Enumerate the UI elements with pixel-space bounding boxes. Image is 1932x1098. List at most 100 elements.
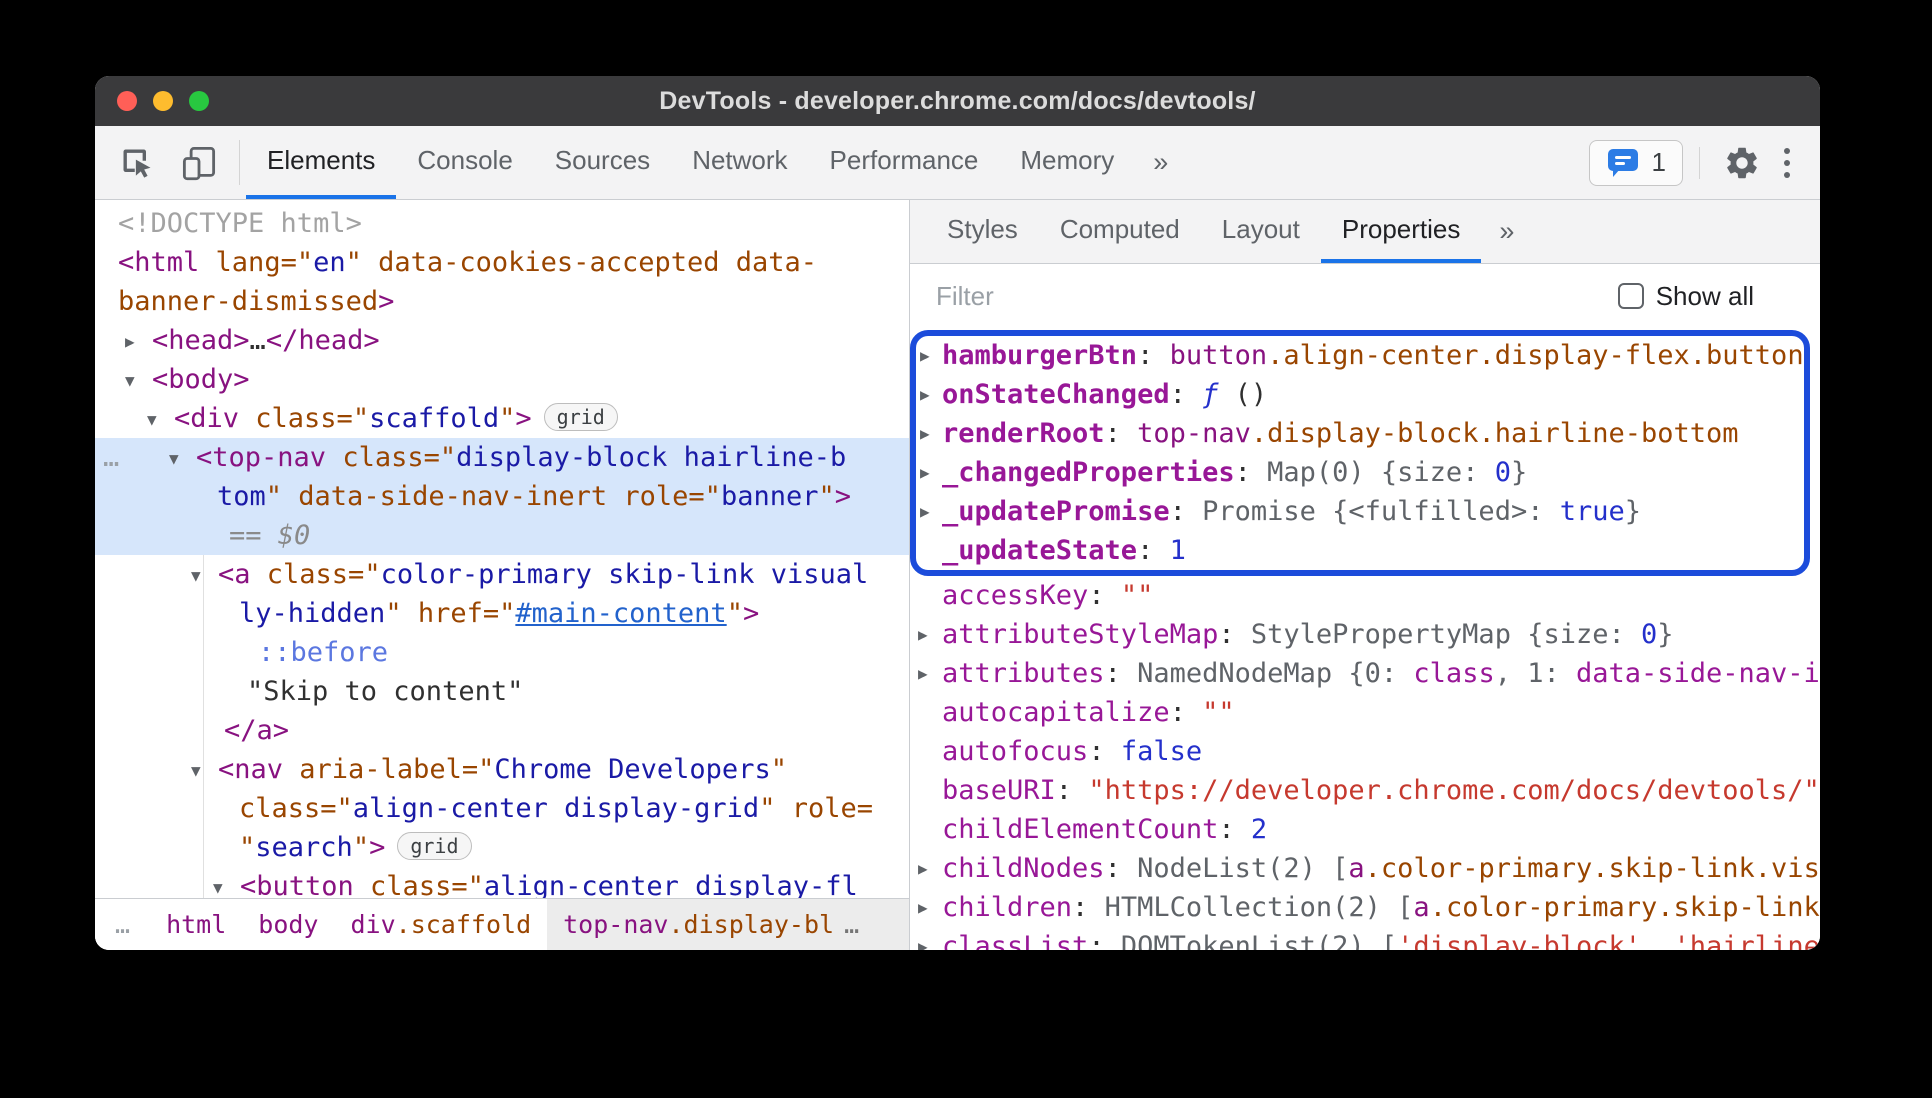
sidebar-tab-styles[interactable]: Styles bbox=[926, 200, 1039, 263]
tab-network[interactable]: Network bbox=[671, 126, 808, 199]
dom-tree-row[interactable]: ▼<body> bbox=[95, 360, 909, 399]
expand-arrow-closed-icon[interactable]: ▶ bbox=[920, 414, 930, 453]
filter-row: Show all bbox=[910, 264, 1820, 328]
dom-tree-row[interactable]: == $0 bbox=[95, 516, 909, 555]
expand-arrow-closed-icon[interactable]: ▶ bbox=[920, 375, 930, 414]
titlebar: DevTools - developer.chrome.com/docs/dev… bbox=[95, 76, 1820, 126]
expand-arrow-open-icon[interactable]: ▼ bbox=[147, 400, 174, 439]
expand-arrow-closed-icon[interactable]: ▶ bbox=[920, 492, 930, 531]
expand-arrow-open-icon[interactable]: ▼ bbox=[125, 361, 152, 400]
sidebar-tab-properties[interactable]: Properties bbox=[1321, 200, 1482, 263]
expand-arrow-closed-icon[interactable]: ▶ bbox=[918, 849, 928, 888]
property-name: childNodes bbox=[942, 853, 1105, 884]
sidebar-tab-computed[interactable]: Computed bbox=[1039, 200, 1201, 263]
device-toolbar-icon[interactable] bbox=[173, 137, 225, 189]
expand-arrow-closed-icon[interactable]: ▶ bbox=[918, 654, 928, 693]
grid-badge[interactable]: grid bbox=[397, 832, 471, 860]
settings-gear-icon[interactable] bbox=[1716, 137, 1768, 189]
dom-tree-row[interactable]: ▼<nav aria-label="Chrome Developers" bbox=[95, 750, 909, 789]
inspect-cursor-icon[interactable] bbox=[111, 137, 163, 189]
sidebar-tabs: StylesComputedLayoutProperties» bbox=[910, 200, 1820, 264]
panel-tabs: ElementsConsoleSourcesNetworkPerformance… bbox=[246, 126, 1135, 199]
dom-tree-row[interactable]: ::before bbox=[95, 633, 909, 672]
expand-arrow-closed-icon[interactable]: ▶ bbox=[918, 888, 928, 927]
breadcrumb: …htmlbodydiv.scaffoldtop-nav.display-bl… bbox=[95, 898, 909, 950]
property-row[interactable]: autofocus: false bbox=[910, 732, 1820, 771]
dom-tree-row[interactable]: ▶<head>…</head> bbox=[95, 321, 909, 360]
messages-count: 1 bbox=[1652, 147, 1666, 178]
properties-list: ▶hamburgerBtn: button.align-center.displ… bbox=[910, 328, 1820, 950]
window-title: DevTools - developer.chrome.com/docs/dev… bbox=[95, 87, 1820, 116]
property-row[interactable]: ▶onStateChanged: ƒ () bbox=[916, 375, 1804, 414]
dom-tree-row[interactable]: ▼<button class="align-center display-fl bbox=[95, 867, 909, 898]
breadcrumb-overflow-ellipsis[interactable]: … bbox=[95, 899, 150, 950]
expand-arrow-closed-icon[interactable]: ▶ bbox=[920, 336, 930, 375]
expand-arrow-open-icon[interactable]: ▼ bbox=[213, 868, 240, 898]
sidebar-tab-layout[interactable]: Layout bbox=[1201, 200, 1321, 263]
property-row[interactable]: ▶renderRoot: top-nav.display-block.hairl… bbox=[916, 414, 1804, 453]
tab-elements[interactable]: Elements bbox=[246, 126, 396, 199]
sidebar-pane: StylesComputedLayoutProperties» Show all… bbox=[910, 200, 1820, 950]
property-row[interactable]: ▶classList: DOMTokenList(2) ['display-bl… bbox=[910, 927, 1820, 950]
tab-performance[interactable]: Performance bbox=[809, 126, 1000, 199]
show-all-toggle[interactable]: Show all bbox=[1618, 281, 1754, 312]
show-all-label: Show all bbox=[1656, 281, 1754, 312]
property-row[interactable]: ▶_updatePromise: Promise {<fulfilled>: t… bbox=[916, 492, 1804, 531]
dom-tree-row[interactable]: …▼<top-nav class="display-block hairline… bbox=[95, 438, 909, 477]
expand-arrow-open-icon[interactable]: ▼ bbox=[169, 439, 196, 478]
property-name: attributeStyleMap bbox=[942, 619, 1218, 650]
property-row[interactable]: accessKey: "" bbox=[910, 576, 1820, 615]
dom-tree-row[interactable]: </a> bbox=[95, 711, 909, 750]
dom-tree-row[interactable]: <html lang="en" data-cookies-accepted da… bbox=[95, 243, 909, 282]
dom-tree-row[interactable]: banner-dismissed> bbox=[95, 282, 909, 321]
dom-tree-row[interactable]: "Skip to content" bbox=[95, 672, 909, 711]
annotation-highlight-box: ▶hamburgerBtn: button.align-center.displ… bbox=[910, 330, 1810, 576]
expand-arrow-open-icon[interactable]: ▼ bbox=[191, 751, 218, 790]
tab-console[interactable]: Console bbox=[396, 126, 533, 199]
node-options-ellipsis[interactable]: … bbox=[103, 438, 119, 477]
property-name: classList bbox=[942, 931, 1088, 950]
expand-arrow-open-icon[interactable]: ▼ bbox=[191, 556, 218, 595]
sidebar-more-tabs-chevron[interactable]: » bbox=[1481, 200, 1532, 263]
expand-arrow-closed-icon[interactable]: ▶ bbox=[125, 322, 152, 361]
breadcrumb-item[interactable]: top-nav.display-bl… bbox=[547, 899, 909, 950]
breadcrumb-item[interactable]: body bbox=[242, 899, 334, 950]
property-name: children bbox=[942, 892, 1072, 923]
grid-badge[interactable]: grid bbox=[544, 403, 618, 431]
dom-tree-row[interactable]: tom" data-side-nav-inert role="banner"> bbox=[95, 477, 909, 516]
property-name: accessKey bbox=[942, 580, 1088, 611]
dom-tree-row[interactable]: ▼<a class="color-primary skip-link visua… bbox=[95, 555, 909, 594]
property-row[interactable]: ▶childNodes: NodeList(2) [a.color-primar… bbox=[910, 849, 1820, 888]
property-row[interactable]: baseURI: "https://developer.chrome.com/d… bbox=[910, 771, 1820, 810]
breadcrumb-item[interactable]: div.scaffold bbox=[335, 899, 548, 950]
main-toolbar: ElementsConsoleSourcesNetworkPerformance… bbox=[95, 126, 1820, 200]
tab-sources[interactable]: Sources bbox=[534, 126, 671, 199]
property-row[interactable]: ▶children: HTMLCollection(2) [a.color-pr… bbox=[910, 888, 1820, 927]
dom-tree-row[interactable]: "search">grid bbox=[95, 828, 909, 867]
property-row[interactable]: _updateState: 1 bbox=[916, 531, 1804, 570]
property-name: renderRoot bbox=[942, 418, 1105, 449]
property-row[interactable]: childElementCount: 2 bbox=[910, 810, 1820, 849]
property-name: _updateState bbox=[942, 535, 1137, 566]
dom-tree-row[interactable]: ly-hidden" href="#main-content"> bbox=[95, 594, 909, 633]
breadcrumb-item[interactable]: html bbox=[150, 899, 242, 950]
property-row[interactable]: ▶hamburgerBtn: button.align-center.displ… bbox=[916, 336, 1804, 375]
property-row[interactable]: ▶_changedProperties: Map(0) {size: 0} bbox=[916, 453, 1804, 492]
dom-tree-row[interactable]: <!DOCTYPE html> bbox=[95, 204, 909, 243]
expand-arrow-closed-icon[interactable]: ▶ bbox=[918, 615, 928, 654]
property-row[interactable]: ▶attributes: NamedNodeMap {0: class, 1: … bbox=[910, 654, 1820, 693]
property-name: childElementCount bbox=[942, 814, 1218, 845]
expand-arrow-closed-icon[interactable]: ▶ bbox=[920, 453, 930, 492]
dom-tree-row[interactable]: ▼<div class="scaffold">grid bbox=[95, 399, 909, 438]
more-tabs-chevron[interactable]: » bbox=[1135, 126, 1186, 199]
dom-tree-row[interactable]: class="align-center display-grid" role= bbox=[95, 789, 909, 828]
property-row[interactable]: autocapitalize: "" bbox=[910, 693, 1820, 732]
tab-memory[interactable]: Memory bbox=[999, 126, 1135, 199]
filter-input[interactable] bbox=[936, 281, 1618, 312]
expand-arrow-closed-icon[interactable]: ▶ bbox=[918, 927, 928, 950]
property-name: autofocus bbox=[942, 736, 1088, 767]
more-options-kebab-icon[interactable] bbox=[1768, 148, 1806, 178]
property-row[interactable]: ▶attributeStyleMap: StylePropertyMap {si… bbox=[910, 615, 1820, 654]
issues-messages-button[interactable]: 1 bbox=[1589, 140, 1683, 186]
show-all-checkbox[interactable] bbox=[1618, 283, 1644, 309]
